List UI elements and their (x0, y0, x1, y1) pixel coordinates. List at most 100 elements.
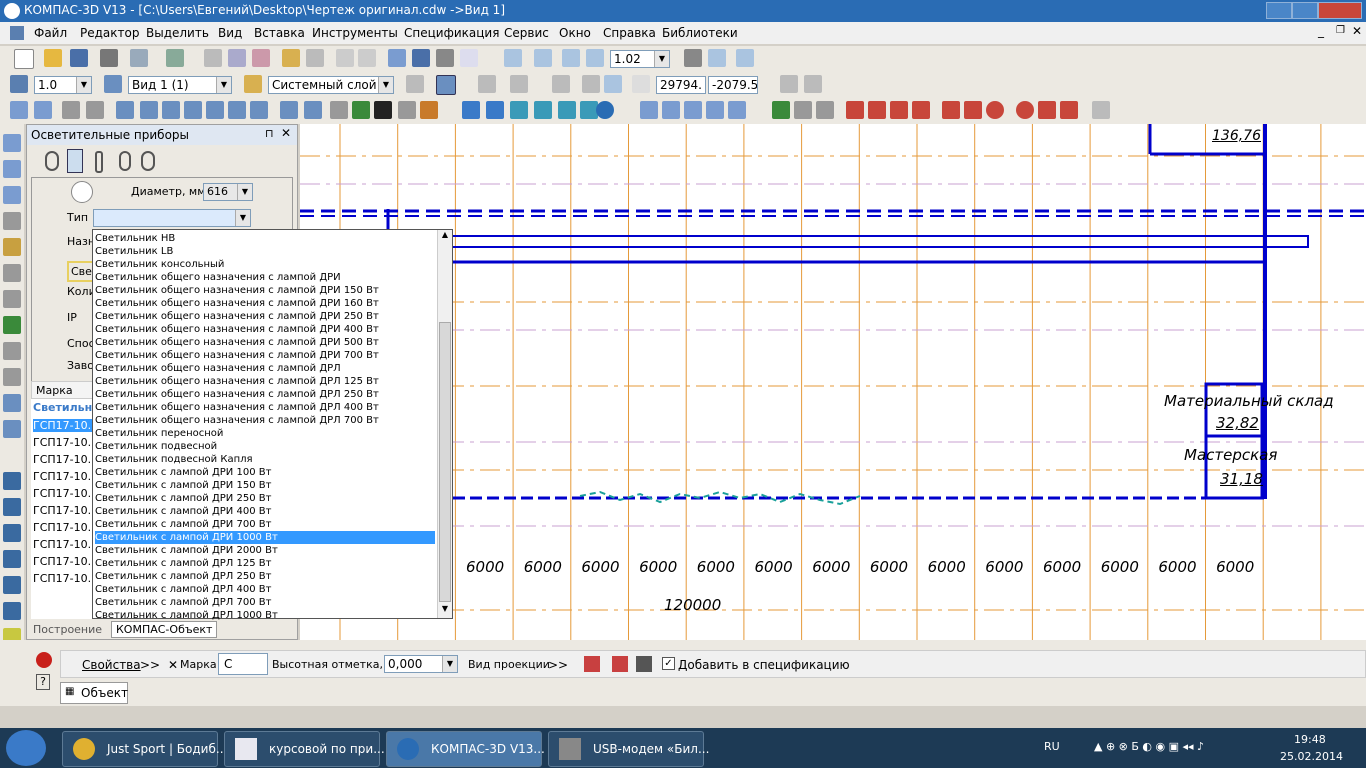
select-icon[interactable] (3, 290, 21, 308)
dropdown-item[interactable]: Светильник с лампой ДРЛ 125 Вт (95, 557, 435, 570)
tool7-icon[interactable] (162, 101, 180, 119)
tool33-icon[interactable] (846, 101, 864, 119)
new-document-icon[interactable] (14, 49, 34, 69)
list-group[interactable]: Светильни (33, 401, 100, 414)
pin-icon[interactable]: ⊓ (265, 127, 274, 140)
scale-combo[interactable]: 1.0 ▼ (34, 76, 92, 94)
dropdown-item[interactable]: Светильник общего назначения с лампой ДР… (95, 401, 435, 414)
tool29-icon[interactable] (728, 101, 746, 119)
tool10-icon[interactable] (228, 101, 246, 119)
tool23-icon[interactable] (558, 101, 576, 119)
task-chrome[interactable]: Just Sport | Бодиб... (62, 731, 227, 767)
tool21-icon[interactable] (510, 101, 528, 119)
menu-file[interactable]: Файл (34, 26, 67, 40)
layers-icon[interactable] (436, 49, 454, 67)
ellipse-icon[interactable] (3, 576, 21, 594)
polyline-icon[interactable] (3, 498, 21, 516)
tool28-icon[interactable] (706, 101, 724, 119)
coord-x-field[interactable]: 29794. (656, 76, 706, 94)
tool30-icon[interactable] (772, 101, 790, 119)
menu-insert[interactable]: Вставка (254, 26, 305, 40)
minimize-button[interactable] (1266, 2, 1292, 19)
chevron-down-icon[interactable]: ▼ (76, 77, 91, 93)
tool27-icon[interactable] (684, 101, 702, 119)
drawing-canvas[interactable]: 136,76 Материальный склад 32,82 Мастерск… (300, 124, 1366, 640)
chevron-down-icon[interactable]: ▼ (442, 656, 457, 672)
spec-tool-icon[interactable] (3, 316, 21, 334)
snap-magnet-icon[interactable] (436, 75, 456, 95)
view-combo[interactable]: Вид 1 (1) ▼ (128, 76, 232, 94)
tool39-icon[interactable] (986, 101, 1004, 119)
properties-icon[interactable] (306, 49, 324, 67)
refresh-icon[interactable] (736, 49, 754, 67)
dropdown-item[interactable]: Светильник общего назначения с лампой ДР… (95, 362, 435, 375)
preview-icon[interactable] (130, 49, 148, 67)
open-folder-icon[interactable] (44, 49, 62, 67)
chevron-down-icon[interactable]: ▼ (216, 77, 231, 93)
list-item[interactable]: ГСП17-10... (33, 436, 98, 449)
tool34-icon[interactable] (868, 101, 886, 119)
cursor-coords-icon[interactable] (604, 75, 622, 93)
report-icon[interactable] (780, 75, 798, 93)
zoom-scale-icon[interactable] (586, 49, 604, 67)
rotate-icon[interactable] (708, 49, 726, 67)
tool17-icon[interactable] (398, 101, 416, 119)
tool13-icon[interactable] (304, 101, 322, 119)
cursor-style-icon[interactable] (804, 75, 822, 93)
layer-icon[interactable] (244, 75, 262, 93)
diameter-combo[interactable]: 616 ▼ (203, 183, 253, 201)
object-icon[interactable] (3, 420, 21, 438)
dropdown-item[interactable]: Светильник с лампой ДРИ 1000 Вт (95, 531, 435, 544)
tool3-icon[interactable] (62, 101, 80, 119)
zoom-icon[interactable] (504, 49, 522, 67)
list-item[interactable]: ГСП17-10... (33, 453, 98, 466)
tool20-icon[interactable] (486, 101, 504, 119)
chevron-down-icon[interactable]: ▼ (237, 184, 252, 200)
local-cs-icon[interactable] (552, 75, 570, 93)
projection-chevron-icon[interactable]: >> (548, 658, 568, 672)
task-usb[interactable]: USB-модем «Бил... (548, 731, 709, 767)
manager-icon[interactable] (166, 49, 184, 67)
tool2-icon[interactable] (34, 101, 52, 119)
reports-icon[interactable] (3, 342, 21, 360)
dropdown-item[interactable]: Светильник с лампой ДРИ 400 Вт (95, 505, 435, 518)
props-label[interactable]: Свойства (82, 658, 141, 672)
format-brush-icon[interactable] (282, 49, 300, 67)
dropdown-item[interactable]: Светильник с лампой ДРИ 250 Вт (95, 492, 435, 505)
tool1-icon[interactable] (10, 101, 28, 119)
dropdown-item[interactable]: Светильник общего назначения с лампой ДР… (95, 297, 435, 310)
paste-icon[interactable] (252, 49, 270, 67)
dropdown-item[interactable]: Светильник НВ (95, 232, 435, 245)
dropdown-item[interactable]: Светильник общего назначения с лампой ДР… (95, 414, 435, 427)
circle-icon[interactable] (3, 524, 21, 542)
tool22-icon[interactable] (534, 101, 552, 119)
tool12-icon[interactable] (280, 101, 298, 119)
dropdown-item[interactable]: Светильник с лампой ДРИ 150 Вт (95, 479, 435, 492)
zoom-window-icon[interactable] (534, 49, 552, 67)
tool9-icon[interactable] (206, 101, 224, 119)
tool11-icon[interactable] (250, 101, 268, 119)
copy-icon[interactable] (228, 49, 246, 67)
view-icon[interactable] (104, 75, 122, 93)
dropdown-item[interactable]: Светильник с лампой ДРЛ 400 Вт (95, 583, 435, 596)
type-dropdown-list[interactable]: Светильник НВ Светильник LB Светильник кон… (92, 229, 453, 621)
zoom-out-icon[interactable] (562, 49, 580, 67)
variables-icon[interactable] (388, 49, 406, 67)
tool-a-icon[interactable] (584, 656, 600, 672)
type-combo[interactable]: ▼ (93, 209, 251, 227)
projection-label[interactable]: Вид проекции (468, 658, 550, 671)
help-pointer-icon[interactable] (460, 49, 478, 67)
tool19-icon[interactable] (462, 101, 480, 119)
spec-icon[interactable] (412, 49, 430, 67)
dropdown-item[interactable]: Светильник общего назначения с лампой ДР… (95, 310, 435, 323)
dropdown-item[interactable]: Светильник общего назначения с лампой ДР… (95, 349, 435, 362)
dropdown-item[interactable]: Светильник общего назначения с лампой ДР… (95, 323, 435, 336)
dropdown-item[interactable]: Светильник LB (95, 245, 435, 258)
tool40-icon[interactable] (1016, 101, 1034, 119)
scroll-thumb[interactable] (439, 322, 451, 602)
scroll-down-icon[interactable]: ▼ (439, 604, 451, 616)
tool8-icon[interactable] (184, 101, 202, 119)
dropdown-scrollbar[interactable]: ▲ ▼ (437, 230, 452, 618)
tool26-icon[interactable] (662, 101, 680, 119)
list-item[interactable]: ГСП17-10... (33, 487, 98, 500)
